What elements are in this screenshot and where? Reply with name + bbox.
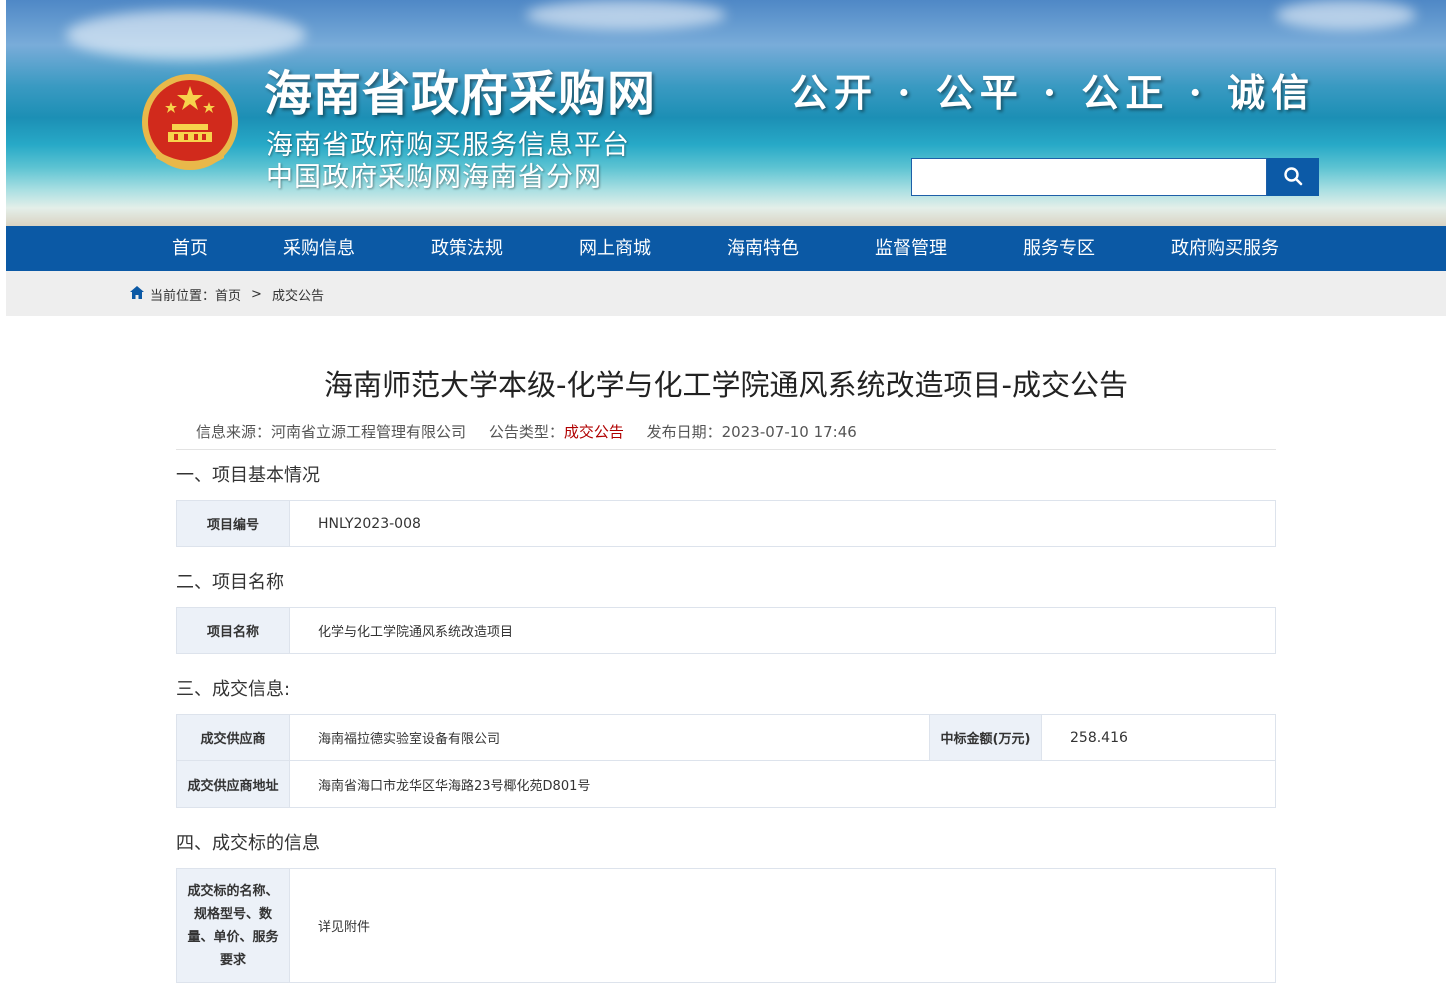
table-project-number: 项目编号 HNLY2023-008 bbox=[176, 500, 1276, 547]
table-deal-address: 成交供应商地址 海南省海口市龙华区华海路23号椰化苑D801号 bbox=[176, 761, 1276, 808]
section-heading-deal-object: 四、成交标的信息 bbox=[176, 833, 320, 854]
table-deal-supplier: 成交供应商 海南福拉德实验室设备有限公司 中标金额(万元) 258.416 bbox=[176, 714, 1276, 761]
page-title: 海南师范大学本级-化学与化工学院通风系统改造项目-成交公告 bbox=[324, 368, 1128, 402]
table-header-cell: 成交供应商 bbox=[177, 715, 290, 760]
type-label: 公告类型： bbox=[488, 423, 564, 441]
project-number-value: HNLY2023-008 bbox=[318, 515, 421, 532]
source-label: 信息来源： bbox=[196, 423, 272, 441]
project-name-value: 化学与化工学院通风系统改造项目 bbox=[318, 625, 514, 640]
table-deal-object: 成交标的名称、规格型号、数量、单价、服务要求 详见附件 bbox=[176, 868, 1276, 983]
amount-value: 258.416 bbox=[1070, 729, 1128, 746]
search-button[interactable] bbox=[1267, 158, 1319, 196]
main-nav: 首页 采购信息 政策法规 网上商城 海南特色 监督管理 服务专区 政府购买服务 bbox=[6, 226, 1446, 271]
home-icon bbox=[130, 286, 144, 303]
table-header-cell: 项目名称 bbox=[177, 608, 290, 653]
nav-item-procurement-info[interactable]: 采购信息 bbox=[283, 226, 355, 271]
breadcrumb: 当前位置： 首页 > 成交公告 bbox=[130, 285, 324, 304]
breadcrumb-bar: 当前位置： 首页 > 成交公告 bbox=[6, 271, 1446, 316]
address-value: 海南省海口市龙华区华海路23号椰化苑D801号 bbox=[318, 778, 591, 794]
nav-item-service-zone[interactable]: 服务专区 bbox=[1023, 226, 1095, 271]
site-slogan: 公开 · 公平 · 公正 · 诚信 bbox=[790, 70, 1316, 115]
search-icon bbox=[1283, 166, 1303, 189]
nav-item-home[interactable]: 首页 bbox=[172, 226, 208, 271]
divider bbox=[176, 449, 1276, 450]
section-heading-basic-info: 一、项目基本情况 bbox=[176, 465, 320, 486]
breadcrumb-separator: > bbox=[251, 287, 262, 302]
table-project-name: 项目名称 化学与化工学院通风系统改造项目 bbox=[176, 607, 1276, 654]
nav-item-online-mall[interactable]: 网上商城 bbox=[579, 226, 651, 271]
date-label: 发布日期： bbox=[646, 423, 722, 441]
nav-item-policy[interactable]: 政策法规 bbox=[431, 226, 503, 271]
section-heading-project-name: 二、项目名称 bbox=[176, 572, 284, 593]
breadcrumb-home-link[interactable]: 首页 bbox=[215, 285, 241, 304]
section-heading-deal-info: 三、成交信息: bbox=[176, 679, 291, 700]
article-meta: 信息来源：河南省立源工程管理有限公司 公告类型：成交公告 发布日期：2023-0… bbox=[196, 421, 875, 442]
table-header-cell: 中标金额(万元) bbox=[929, 715, 1042, 760]
search-input[interactable] bbox=[911, 158, 1267, 196]
table-header-cell: 项目编号 bbox=[177, 501, 290, 546]
national-emblem-logo bbox=[138, 72, 242, 178]
type-value: 成交公告 bbox=[563, 423, 624, 441]
nav-item-supervision[interactable]: 监督管理 bbox=[875, 226, 947, 271]
source-value: 河南省立源工程管理有限公司 bbox=[271, 423, 467, 441]
breadcrumb-current: 成交公告 bbox=[271, 289, 324, 304]
breadcrumb-prefix: 当前位置： bbox=[150, 289, 216, 304]
deal-object-value: 详见附件 bbox=[318, 920, 371, 935]
date-value: 2023-07-10 17:46 bbox=[721, 423, 857, 441]
nav-item-gov-purchase-service[interactable]: 政府购买服务 bbox=[1171, 226, 1279, 271]
site-title: 海南省政府采购网 bbox=[264, 66, 657, 122]
table-header-cell: 成交标的名称、规格型号、数量、单价、服务要求 bbox=[177, 869, 290, 982]
nav-item-hainan-features[interactable]: 海南特色 bbox=[727, 226, 799, 271]
table-header-cell: 成交供应商地址 bbox=[177, 761, 290, 807]
site-subtitle-2: 中国政府采购网海南省分网 bbox=[266, 162, 602, 193]
supplier-value: 海南福拉德实验室设备有限公司 bbox=[318, 732, 501, 747]
